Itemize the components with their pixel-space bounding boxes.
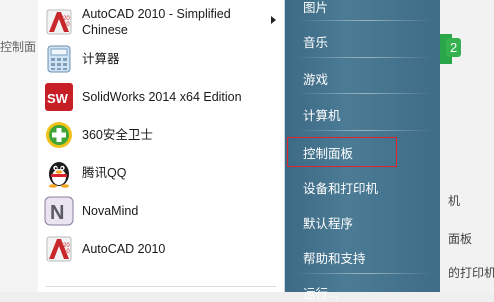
calculator-icon [44, 44, 74, 74]
svg-text:SW: SW [47, 91, 69, 106]
background-badge: 2 [446, 38, 462, 57]
program-label: 计算器 [82, 52, 120, 66]
divider [297, 130, 433, 131]
svg-text:N: N [50, 202, 64, 224]
program-label: 360安全卫士 [82, 128, 153, 142]
program-calculator[interactable]: 计算器 [38, 40, 284, 78]
program-label: AutoCAD 2010 - Simplified [82, 7, 231, 21]
program-qq[interactable]: 腾讯QQ [38, 154, 284, 192]
program-label: NovaMind [82, 204, 139, 218]
place-pictures[interactable]: 图片 [303, 0, 328, 16]
program-360-security[interactable]: 360安全卫士 [38, 116, 284, 154]
program-label: AutoCAD 2010 [82, 242, 166, 256]
divider [297, 273, 433, 274]
novamind-icon: N [44, 196, 74, 226]
place-devices-and-printers[interactable]: 设备和打印机 [303, 178, 378, 197]
360-security-icon [44, 120, 74, 150]
program-autocad-2010-simplified-chinese[interactable]: 20 10 AutoCAD 2010 - Simplified Chinese [38, 2, 284, 42]
control-panel-highlight-box [287, 137, 397, 167]
place-computer[interactable]: 计算机 [303, 105, 341, 124]
place-run[interactable]: 运行... [303, 283, 338, 302]
place-default-programs[interactable]: 默认程序 [303, 213, 353, 232]
program-label: Chinese [82, 23, 128, 37]
program-label: SolidWorks 2014 x64 Edition [82, 90, 242, 104]
solidworks-icon: SW [44, 82, 74, 112]
background-window-left: 控制面 [0, 0, 41, 292]
place-help-and-support[interactable]: 帮助和支持 [303, 248, 366, 267]
place-games[interactable]: 游戏 [303, 69, 328, 88]
autocad-icon: 20 10 [44, 7, 74, 37]
autocad-icon: 20 10 [44, 234, 74, 264]
chevron-right-icon [271, 16, 276, 24]
divider [297, 20, 433, 21]
start-menu-programs: 20 10 AutoCAD 2010 - Simplified Chinese … [38, 0, 285, 292]
program-label: 腾讯QQ [82, 166, 127, 180]
qq-penguin-icon [44, 158, 74, 188]
divider [46, 286, 276, 287]
svg-text:10: 10 [63, 22, 70, 28]
background-text: 控制面 [0, 40, 37, 54]
svg-text:10: 10 [63, 249, 70, 255]
background-text: 机 [448, 194, 461, 208]
program-novamind[interactable]: N NovaMind [38, 192, 284, 230]
background-text: 面板 [448, 232, 473, 246]
program-solidworks[interactable]: SW SolidWorks 2014 x64 Edition [38, 78, 284, 116]
background-text: 的打印机 [448, 266, 494, 280]
divider [297, 57, 433, 58]
divider [297, 93, 433, 94]
program-autocad-2010[interactable]: 20 10 AutoCAD 2010 [38, 230, 284, 268]
place-music[interactable]: 音乐 [303, 32, 328, 51]
